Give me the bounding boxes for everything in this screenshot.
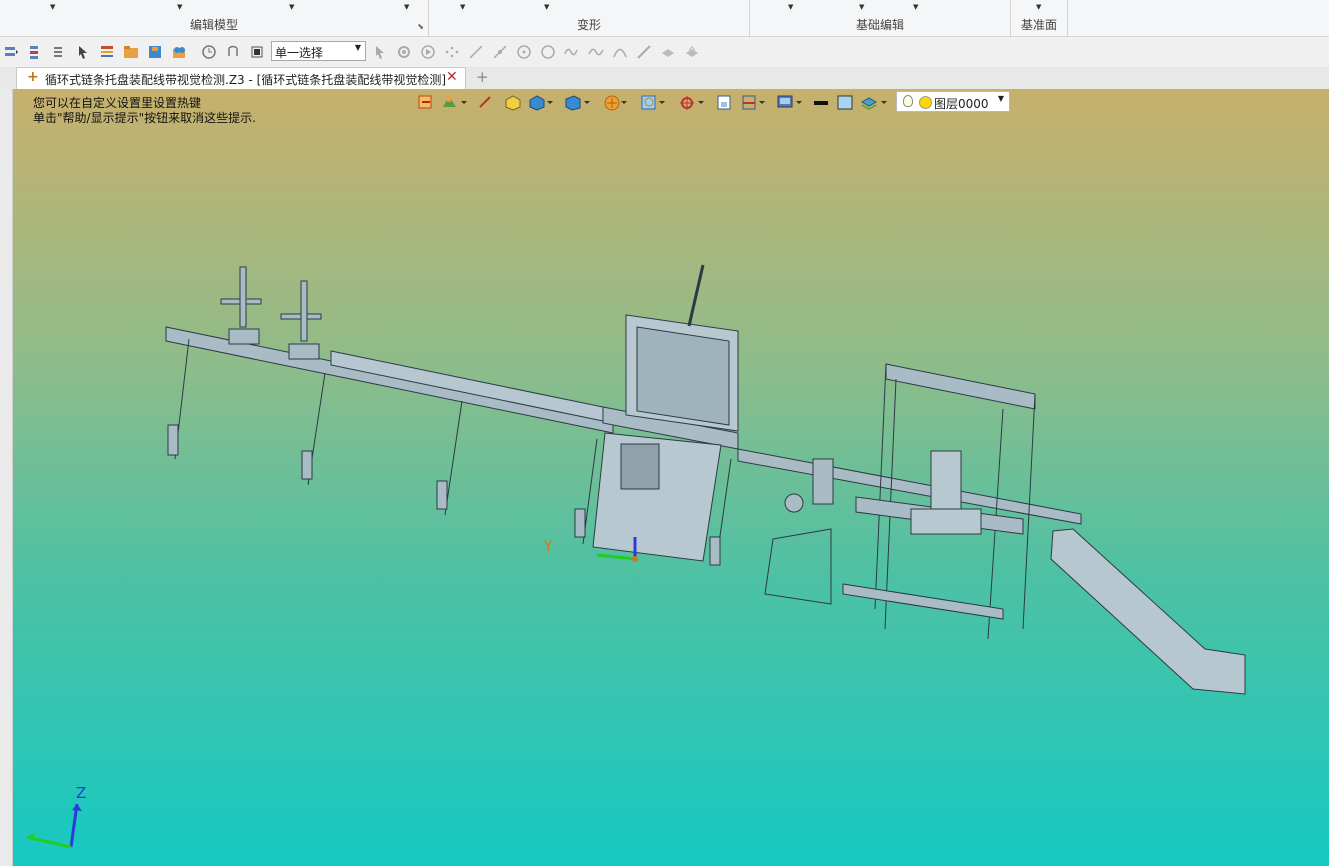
selection-mode-value: 单一选择: [275, 46, 324, 60]
frame-top: [885, 363, 1036, 410]
cylinder: [239, 266, 247, 328]
dropdown-arrow-icon[interactable]: ▼: [460, 3, 465, 11]
conveyor-leg: [444, 400, 463, 516]
arc-icon[interactable]: [612, 44, 628, 60]
cad-model[interactable]: Y: [13, 89, 1329, 866]
stand-bracket: [764, 528, 832, 605]
save-icon[interactable]: [147, 44, 163, 60]
close-icon[interactable]: ✕: [446, 69, 458, 85]
left-panel-strip[interactable]: [0, 89, 13, 866]
undo-icon[interactable]: [225, 44, 241, 60]
chevron-down-icon: ▼: [354, 43, 361, 52]
cylinder: [300, 280, 308, 342]
dropdown-arrow-icon[interactable]: ▼: [544, 3, 549, 11]
axis-y-label: Y: [543, 539, 553, 555]
gripper-unit: [930, 450, 962, 512]
feeder-block: [812, 458, 834, 505]
slash-icon[interactable]: [492, 44, 508, 60]
dropdown-arrow-icon[interactable]: ▼: [1036, 3, 1041, 11]
select-icon[interactable]: [3, 44, 19, 60]
leg-foot: [436, 480, 448, 510]
motor-unit: [620, 443, 660, 490]
cursor-icon[interactable]: [75, 44, 91, 60]
play-icon[interactable]: [420, 44, 436, 60]
dropdown-arrow-icon[interactable]: ▼: [177, 3, 182, 11]
selection-mode-select[interactable]: 单一选择 ▼: [271, 41, 366, 61]
circle-icon[interactable]: [540, 44, 556, 60]
scatter-icon[interactable]: [444, 44, 460, 60]
roller: [784, 493, 804, 513]
folder-icon[interactable]: [123, 44, 139, 60]
axis-z-label: Z: [76, 784, 86, 802]
pen-icon[interactable]: [636, 44, 652, 60]
hand-icon[interactable]: [660, 44, 676, 60]
quick-toolbar: 单一选择 ▼: [0, 37, 1329, 68]
pick-icon[interactable]: [51, 44, 67, 60]
leg-foot: [301, 450, 313, 480]
document-tab-strip: + 循环式链条托盘装配线带视觉检测.Z3 - [循环式链条托盘装配线带视觉检测]…: [0, 67, 1329, 90]
leg-foot: [709, 536, 721, 566]
export-icon[interactable]: [171, 44, 187, 60]
clamp-block: [228, 328, 260, 345]
circle-dot-icon[interactable]: [516, 44, 532, 60]
ribbon: ▼ ▼ ▼ ▼ 编辑模型 ⬊ ▼ ▼ 变形 ▼ ▼ ▼ 基础编辑 ▼ 基准面: [0, 0, 1329, 37]
press-plate: [910, 508, 982, 535]
clamp-block: [288, 343, 320, 360]
3d-viewport[interactable]: 您可以在自定义设置里设置热键 单击"帮助/显示提示"按钮来取消这些提示. 图层0…: [13, 89, 1329, 866]
ribbon-group-label: 编辑模型: [189, 18, 238, 32]
arrow-select-icon[interactable]: [372, 44, 388, 60]
view-triad: Z: [26, 784, 86, 849]
line-icon[interactable]: [468, 44, 484, 60]
modified-icon: +: [27, 69, 39, 85]
list-icon[interactable]: [99, 44, 115, 60]
document-tab-title: 循环式链条托盘装配线带视觉检测.Z3 - [循环式链条托盘装配线带视觉检测]: [45, 73, 446, 87]
new-tab-button[interactable]: +: [476, 68, 489, 86]
ribbon-group-label: 基础编辑: [855, 18, 904, 32]
dropdown-arrow-icon[interactable]: ▼: [50, 3, 55, 11]
dropdown-arrow-icon[interactable]: ▼: [788, 3, 793, 11]
ribbon-group-deform: ▼ ▼ 变形: [429, 0, 750, 36]
dropdown-arrow-icon[interactable]: ▼: [859, 3, 864, 11]
dropdown-arrow-icon[interactable]: ▼: [913, 3, 918, 11]
conveyor-cover: [330, 350, 604, 422]
discharge-chute: [1050, 528, 1246, 695]
ribbon-group-label: 变形: [576, 18, 601, 32]
filter-icon[interactable]: [27, 44, 43, 60]
leg-foot: [574, 508, 586, 538]
camera-mast: [687, 264, 705, 327]
curve-icon[interactable]: [588, 44, 604, 60]
ribbon-group-label: 基准面: [1020, 18, 1057, 32]
z-axis: [69, 803, 79, 848]
ribbon-group-basic-edit: ▼ ▼ ▼ 基础编辑: [750, 0, 1011, 36]
shape-icon[interactable]: [684, 44, 700, 60]
wave-icon[interactable]: [564, 44, 580, 60]
dropdown-arrow-icon[interactable]: ▼: [289, 3, 294, 11]
gear-icon[interactable]: [396, 44, 412, 60]
dropdown-arrow-icon[interactable]: ▼: [404, 3, 409, 11]
ribbon-group-datum-plane: ▼ 基准面: [1011, 0, 1068, 36]
leg-foot: [167, 424, 179, 456]
vision-screen: [636, 326, 730, 426]
document-tab[interactable]: + 循环式链条托盘装配线带视觉检测.Z3 - [循环式链条托盘装配线带视觉检测]…: [16, 67, 466, 89]
frame-base: [842, 583, 1004, 620]
ribbon-group-edit-model: ▼ ▼ ▼ ▼ 编辑模型 ⬊: [0, 0, 429, 36]
dialog-launcher-icon[interactable]: ⬊: [417, 22, 424, 31]
stop-icon[interactable]: [249, 44, 265, 60]
clock-icon[interactable]: [201, 44, 217, 60]
